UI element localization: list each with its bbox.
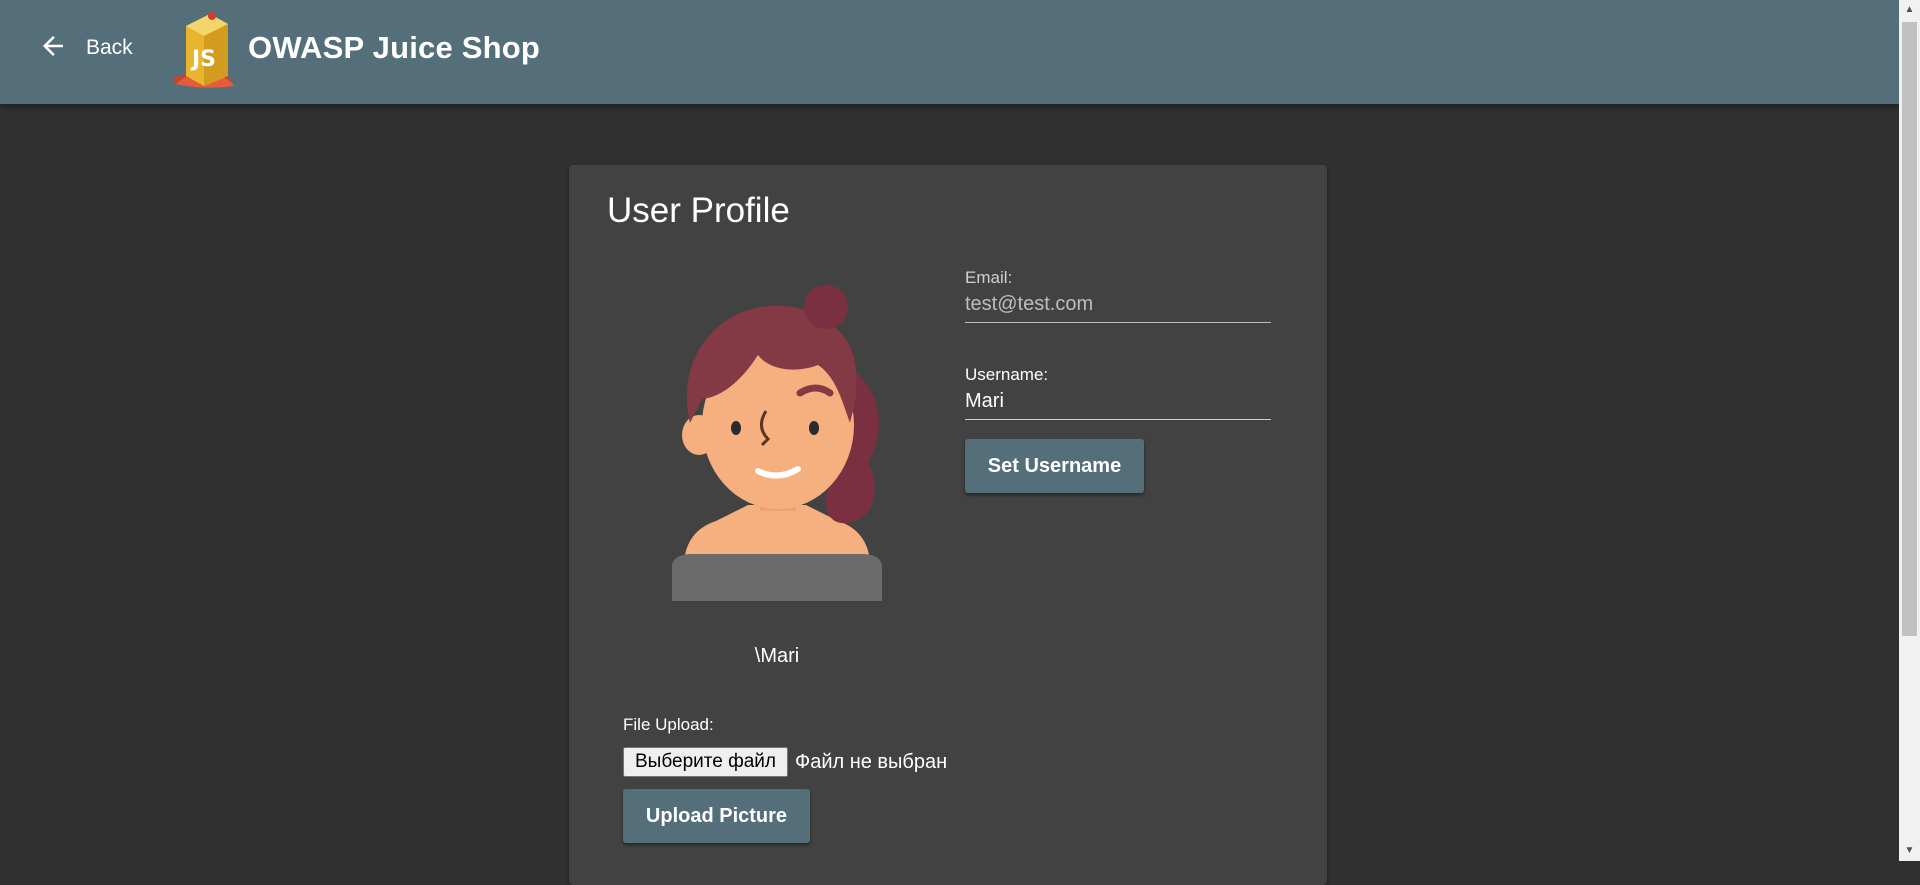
avatar-caption: \Mari: [754, 645, 800, 667]
username-label: Username:: [965, 365, 1049, 384]
user-profile-card: User Profile \Mari Email: test@test.com …: [569, 165, 1327, 885]
scroll-thumb[interactable]: [1902, 22, 1917, 636]
scroll-up-arrow-icon[interactable]: ▲: [1899, 0, 1920, 20]
back-label: Back: [86, 36, 133, 59]
choose-file-button[interactable]: Выберите файл: [623, 747, 788, 777]
no-file-chosen-text: Файл не выбран: [794, 750, 948, 773]
juice-shop-logo[interactable]: JS: [172, 6, 250, 90]
username-field[interactable]: Username: Mari: [965, 365, 1271, 420]
file-input[interactable]: Выберите файл Файл не выбран: [623, 747, 947, 777]
username-input[interactable]: Mari: [965, 390, 1271, 420]
page-scrollbar[interactable]: ▲ ▼: [1899, 0, 1920, 861]
set-username-button[interactable]: Set Username: [965, 439, 1144, 493]
top-toolbar: Back JS OWASP Juice Shop: [0, 0, 1899, 104]
scroll-down-arrow-icon[interactable]: ▼: [1899, 841, 1920, 861]
upload-picture-button[interactable]: Upload Picture: [623, 789, 810, 843]
email-label: Email:: [965, 268, 1013, 287]
profile-avatar: [672, 285, 882, 601]
back-button[interactable]: Back: [38, 26, 133, 70]
app-title: OWASP Juice Shop: [248, 30, 541, 65]
page-title: User Profile: [607, 191, 790, 230]
svg-text:JS: JS: [190, 47, 216, 72]
email-input: test@test.com: [965, 293, 1271, 323]
arrow-left-icon: [38, 31, 68, 66]
file-upload-label: File Upload:: [623, 715, 714, 734]
email-field: Email: test@test.com: [965, 268, 1271, 323]
